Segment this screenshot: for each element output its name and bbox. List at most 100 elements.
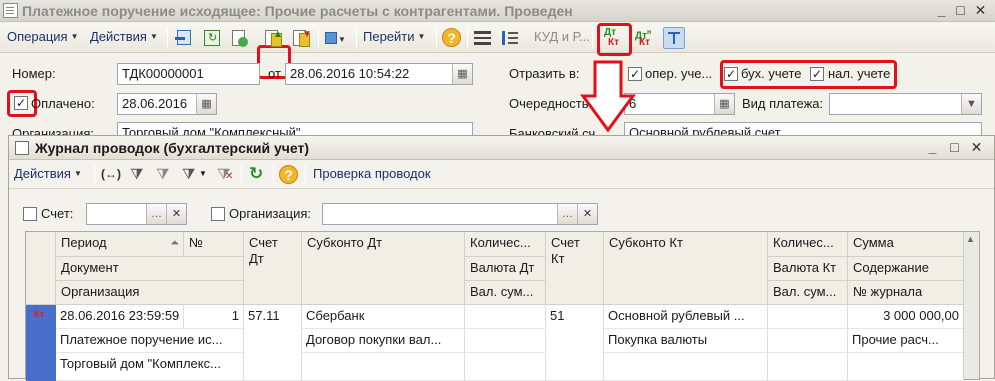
unpost-doc-icon[interactable]: ▼ xyxy=(290,27,312,49)
row-marker[interactable]: Кт xyxy=(26,305,56,381)
refresh-icon[interactable]: ↻ xyxy=(246,164,268,186)
list-icon[interactable] xyxy=(499,27,521,49)
cell-currency-kt[interactable] xyxy=(768,329,848,353)
col-account-kt[interactable]: Счет Кт xyxy=(546,232,604,305)
cell-val-sum-kt[interactable] xyxy=(768,353,848,381)
col-currency-kt[interactable]: Валюта Кт xyxy=(768,257,848,281)
clear-filter-icon[interactable]: ⧩ ✕ xyxy=(214,164,236,186)
journal-actions-menu[interactable]: Действия ▼ xyxy=(14,166,82,181)
cell-val-sum-dt[interactable] xyxy=(465,353,546,381)
col-account-dt[interactable]: Счет Дт xyxy=(244,232,302,305)
calculator-icon[interactable]: ▦ xyxy=(714,94,734,114)
col-qty-dt[interactable]: Количес... xyxy=(465,232,546,257)
col-number[interactable]: № xyxy=(184,232,244,257)
ellipsis-icon[interactable]: … xyxy=(557,204,577,224)
journal-help-icon[interactable]: ? xyxy=(278,164,300,186)
col-document[interactable]: Документ xyxy=(56,257,244,281)
col-subconto-dt[interactable]: Субконто Дт xyxy=(302,232,465,305)
filter-account-checkbox[interactable] xyxy=(23,207,37,221)
col-qty-kt[interactable]: Количес... xyxy=(768,232,848,257)
journal-close-button[interactable]: ✕ xyxy=(968,139,985,156)
check-entries-button[interactable]: Проверка проводок xyxy=(313,166,431,181)
col-period[interactable]: Период ⏶ xyxy=(56,232,184,257)
clear-icon[interactable]: ✕ xyxy=(166,204,186,224)
tree-structure-icon[interactable] xyxy=(663,27,685,49)
toolbar-separator xyxy=(273,164,274,186)
toolbar-separator xyxy=(94,164,95,186)
scroll-up-icon[interactable]: ▲ xyxy=(966,234,975,244)
filter-account-label: Счет: xyxy=(41,206,74,221)
filter-select-icon[interactable]: ⧩ ▼ xyxy=(179,164,209,186)
cell-qty-dt[interactable] xyxy=(465,305,546,329)
cell-currency-dt[interactable] xyxy=(465,329,546,353)
cell-content[interactable]: Прочие расч... xyxy=(848,329,964,353)
col-content[interactable]: Содержание xyxy=(848,257,964,281)
help-icon[interactable]: ? xyxy=(440,27,462,49)
print-icon[interactable] xyxy=(471,27,493,49)
kud-button[interactable]: КУД и Р... xyxy=(534,29,590,44)
order-field[interactable]: 6 ▦ xyxy=(624,93,735,115)
cell-subconto-kt-1[interactable]: Основной рублевый ... xyxy=(604,305,768,329)
main-window-title-text: Платежное поручение исходящее: Прочие ра… xyxy=(22,3,573,19)
minimize-button[interactable]: _ xyxy=(933,2,950,19)
from-label: от xyxy=(268,66,281,81)
cell-number[interactable]: 1 xyxy=(184,305,244,329)
paid-date-field[interactable]: 28.06.2016 ▦ xyxy=(117,93,217,115)
main-window-title: Платежное поручение исходящее: Прочие ра… xyxy=(0,0,995,22)
filter-account-field[interactable]: … ✕ xyxy=(86,203,187,225)
new-doc-icon[interactable] xyxy=(228,27,250,49)
dt-kt-tax-icon[interactable]: Дтн Кт xyxy=(633,27,659,49)
filter-icon[interactable]: ⧩ xyxy=(127,164,149,186)
operation-menu[interactable]: Операция ▼ xyxy=(7,29,79,44)
dropdown-arrow-icon[interactable]: ▼ xyxy=(961,94,981,114)
cell-subconto-kt-2[interactable]: Покупка валюты xyxy=(604,329,768,353)
maximize-button[interactable]: □ xyxy=(952,2,969,19)
refresh-doc-icon[interactable]: ↻ xyxy=(201,27,223,49)
col-val-sum-kt[interactable]: Вал. сум... xyxy=(768,281,848,305)
switch-icon[interactable]: (↔) xyxy=(99,164,121,186)
vertical-scrollbar[interactable]: ▲ xyxy=(963,232,979,379)
cell-organization[interactable]: Торговый дом "Комплекс... xyxy=(56,353,244,381)
payment-type-field[interactable]: ▼ xyxy=(829,93,982,115)
cell-period[interactable]: 28.06.2016 23:59:59 xyxy=(56,305,184,329)
col-currency-dt[interactable]: Валюта Дт xyxy=(465,257,546,281)
ellipsis-icon[interactable]: … xyxy=(146,204,166,224)
clear-icon[interactable]: ✕ xyxy=(577,204,597,224)
cell-document[interactable]: Платежное поручение ис... xyxy=(56,329,244,353)
reflect-buh-checkbox[interactable]: ✓ xyxy=(724,67,738,81)
number-field[interactable]: ТДК00000001 xyxy=(117,63,260,85)
paid-checkbox[interactable]: ✓ xyxy=(14,96,28,110)
reflect-buh-label: бух. учете xyxy=(741,66,802,81)
cell-account-dt[interactable]: 57.11 xyxy=(244,305,302,381)
col-subconto-kt[interactable]: Субконто Кт xyxy=(604,232,768,305)
cell-sum[interactable]: 3 000 000,00 xyxy=(848,305,964,329)
close-button[interactable]: ✕ xyxy=(972,2,989,19)
calendar-icon[interactable]: ▦ xyxy=(196,94,216,114)
reflect-nal-checkbox[interactable]: ✓ xyxy=(810,67,824,81)
goto-menu[interactable]: Перейти ▼ xyxy=(363,29,425,44)
paid-label: Оплачено: xyxy=(31,96,95,111)
cell-subconto-kt-3[interactable] xyxy=(604,353,768,381)
cell-subconto-dt-3[interactable] xyxy=(302,353,465,381)
journal-minimize-button[interactable]: _ xyxy=(924,139,941,156)
date-field[interactable]: 28.06.2016 10:54:22 ▦ xyxy=(285,63,473,85)
structure-icon[interactable]: ▼ xyxy=(323,27,346,49)
cell-account-kt[interactable]: 51 xyxy=(546,305,604,381)
post-and-close-icon[interactable] xyxy=(173,27,195,49)
col-organization[interactable]: Организация xyxy=(56,281,244,305)
col-sum[interactable]: Сумма xyxy=(848,232,964,257)
journal-maximize-button[interactable]: □ xyxy=(946,139,963,156)
cell-subconto-dt-2[interactable]: Договор покупки вал... xyxy=(302,329,465,353)
col-val-sum-dt[interactable]: Вал. сум... xyxy=(465,281,546,305)
filter-org-checkbox[interactable] xyxy=(211,207,225,221)
calendar-icon[interactable]: ▦ xyxy=(452,64,472,84)
post-doc-icon[interactable]: ▲ xyxy=(262,27,284,49)
cell-qty-kt[interactable] xyxy=(768,305,848,329)
cell-journal-no[interactable] xyxy=(848,353,964,381)
dt-kt-icon[interactable]: Дт Кт xyxy=(602,27,628,49)
col-journal-no[interactable]: № журнала xyxy=(848,281,964,305)
filter-org-field[interactable]: … ✕ xyxy=(322,203,598,225)
cell-subconto-dt-1[interactable]: Сбербанк xyxy=(302,305,465,329)
actions-menu[interactable]: Действия ▼ xyxy=(90,29,158,44)
filter-list-icon[interactable]: ⧩ xyxy=(153,164,175,186)
